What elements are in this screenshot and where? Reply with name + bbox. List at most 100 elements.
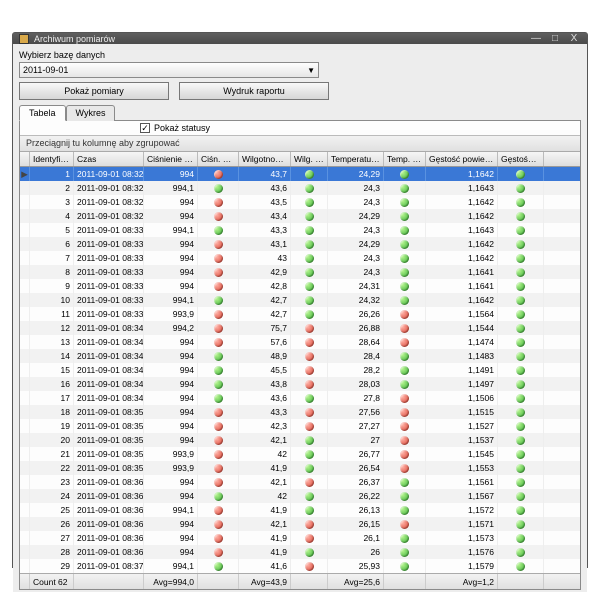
cell-density: 1,1491 — [426, 363, 498, 377]
cell-pressure: 994 — [144, 349, 198, 363]
cell-humidity-status — [291, 489, 328, 503]
status-ok-icon — [400, 562, 409, 571]
footer-avg-density: Avg=1,2 — [426, 574, 498, 589]
cell-pressure-status — [198, 167, 239, 181]
cell-temperature: 24,3 — [328, 195, 384, 209]
status-ok-icon — [516, 422, 525, 431]
cell-density-status — [498, 475, 544, 489]
tab-chart[interactable]: Wykres — [66, 105, 116, 121]
table-row[interactable]: 52011-09-01 08:33...994,143,324,31,1643 — [20, 223, 580, 237]
titlebar[interactable]: Archiwum pomiarów — □ X — [13, 33, 587, 44]
table-row[interactable]: 102011-09-01 08:33...994,142,724,321,164… — [20, 293, 580, 307]
maximize-button[interactable]: □ — [548, 33, 562, 44]
cell-density: 1,1527 — [426, 419, 498, 433]
table-row[interactable]: 112011-09-01 08:33...993,942,726,261,156… — [20, 307, 580, 321]
tab-table[interactable]: Tabela — [19, 105, 66, 121]
table-row[interactable]: 292011-09-01 08:37...994,141,625,931,157… — [20, 559, 580, 573]
row-indicator — [20, 391, 30, 405]
status-ok-icon — [400, 380, 409, 389]
table-row[interactable]: 202011-09-01 08:35...99442,1271,1537 — [20, 433, 580, 447]
cell-temperature: 28,4 — [328, 349, 384, 363]
table-row[interactable]: 272011-09-01 08:36...99441,926,11,1573 — [20, 531, 580, 545]
table-row[interactable]: 72011-09-01 08:33...9944324,31,1642 — [20, 251, 580, 265]
status-bad-icon — [400, 520, 409, 529]
cell-temperature: 28,64 — [328, 335, 384, 349]
table-row[interactable]: 262011-09-01 08:36...99442,126,151,1571 — [20, 517, 580, 531]
cell-density: 1,1642 — [426, 167, 498, 181]
db-select[interactable]: 2011-09-01 ▼ — [19, 62, 319, 78]
table-row[interactable]: 162011-09-01 08:34...99443,828,031,1497 — [20, 377, 580, 391]
col-pressure[interactable]: Ciśnienie [hPa] — [144, 152, 198, 166]
cell-humidity: 43,7 — [239, 167, 291, 181]
table-row[interactable]: 282011-09-01 08:36...99441,9261,1576 — [20, 545, 580, 559]
col-humidity-status[interactable]: Wilg. status — [291, 152, 328, 166]
cell-temperature: 27,27 — [328, 419, 384, 433]
cell-density-status — [498, 405, 544, 419]
table-row[interactable]: 32011-09-01 08:32...99443,524,31,1642 — [20, 195, 580, 209]
table-row[interactable]: ▶12011-09-01 08:32...99443,724,291,1642 — [20, 167, 580, 181]
cell-pressure-status — [198, 545, 239, 559]
cell-temperature-status — [384, 307, 426, 321]
table-row[interactable]: 22011-09-01 08:32...994,143,624,31,1643 — [20, 181, 580, 195]
show-measurements-button[interactable]: Pokaż pomiary — [19, 82, 169, 100]
db-select-value: 2011-09-01 — [23, 65, 68, 75]
grid-body[interactable]: ▶12011-09-01 08:32...99443,724,291,16422… — [20, 167, 580, 573]
col-density-status[interactable]: Gęstość status — [498, 152, 544, 166]
status-ok-icon — [400, 212, 409, 221]
table-row[interactable]: 82011-09-01 08:33...99442,924,31,1641 — [20, 265, 580, 279]
cell-density-status — [498, 363, 544, 377]
table-row[interactable]: 132011-09-01 08:34...99457,628,641,1474 — [20, 335, 580, 349]
cell-pressure-status — [198, 209, 239, 223]
col-id[interactable]: Identyfikator — [30, 152, 74, 166]
status-ok-icon — [214, 366, 223, 375]
cell-temperature-status — [384, 545, 426, 559]
status-ok-icon — [305, 450, 314, 459]
status-ok-icon — [516, 464, 525, 473]
cell-temperature: 26,15 — [328, 517, 384, 531]
cell-density: 1,1642 — [426, 293, 498, 307]
table-row[interactable]: 172011-09-01 08:34...99443,627,81,1506 — [20, 391, 580, 405]
col-time[interactable]: Czas — [74, 152, 144, 166]
cell-humidity-status — [291, 405, 328, 419]
row-indicator — [20, 475, 30, 489]
table-row[interactable]: 252011-09-01 08:36...994,141,926,131,157… — [20, 503, 580, 517]
table-row[interactable]: 192011-09-01 08:35...99442,327,271,1527 — [20, 419, 580, 433]
group-by-header[interactable]: Przeciągnij tu kolumnę aby zgrupować — [20, 136, 580, 152]
col-temperature-status[interactable]: Temp. staus — [384, 152, 426, 166]
cell-temperature-status — [384, 363, 426, 377]
col-temperature[interactable]: Temperatura [°... — [328, 152, 384, 166]
cell-temperature-status — [384, 335, 426, 349]
minimize-button[interactable]: — — [529, 33, 543, 44]
table-row[interactable]: 92011-09-01 08:33...99442,824,311,1641 — [20, 279, 580, 293]
cell-temperature: 26,22 — [328, 489, 384, 503]
cell-time: 2011-09-01 08:33... — [74, 251, 144, 265]
table-row[interactable]: 142011-09-01 08:34...99448,928,41,1483 — [20, 349, 580, 363]
table-row[interactable]: 242011-09-01 08:36...9944226,221,1567 — [20, 489, 580, 503]
table-row[interactable]: 182011-09-01 08:35...99443,327,561,1515 — [20, 405, 580, 419]
cell-temperature-status — [384, 349, 426, 363]
table-row[interactable]: 222011-09-01 08:35...993,941,926,541,155… — [20, 461, 580, 475]
table-row[interactable]: 212011-09-01 08:35...993,94226,771,1545 — [20, 447, 580, 461]
table-row[interactable]: 62011-09-01 08:33...99443,124,291,1642 — [20, 237, 580, 251]
close-button[interactable]: X — [567, 33, 581, 44]
table-row[interactable]: 122011-09-01 08:34...994,275,726,881,154… — [20, 321, 580, 335]
col-density[interactable]: Gęstość powietrza [kg/... — [426, 152, 498, 166]
cell-time: 2011-09-01 08:35... — [74, 447, 144, 461]
cell-time: 2011-09-01 08:33... — [74, 293, 144, 307]
table-row[interactable]: 232011-09-01 08:36...99442,126,371,1561 — [20, 475, 580, 489]
show-status-checkbox[interactable]: ✓ — [140, 123, 150, 133]
cell-temperature: 26,77 — [328, 447, 384, 461]
table-row[interactable]: 152011-09-01 08:34...99445,528,21,1491 — [20, 363, 580, 377]
cell-pressure: 994 — [144, 545, 198, 559]
status-ok-icon — [400, 352, 409, 361]
cell-density: 1,1553 — [426, 461, 498, 475]
status-ok-icon — [516, 478, 525, 487]
cell-temperature: 24,29 — [328, 237, 384, 251]
col-humidity[interactable]: Wilgotność [%] — [239, 152, 291, 166]
table-row[interactable]: 42011-09-01 08:32...99443,424,291,1642 — [20, 209, 580, 223]
cell-humidity: 41,6 — [239, 559, 291, 573]
print-report-button[interactable]: Wydruk raportu — [179, 82, 329, 100]
cell-pressure: 994 — [144, 209, 198, 223]
cell-humidity: 43,6 — [239, 391, 291, 405]
col-pressure-status[interactable]: Ciśn. status — [198, 152, 239, 166]
